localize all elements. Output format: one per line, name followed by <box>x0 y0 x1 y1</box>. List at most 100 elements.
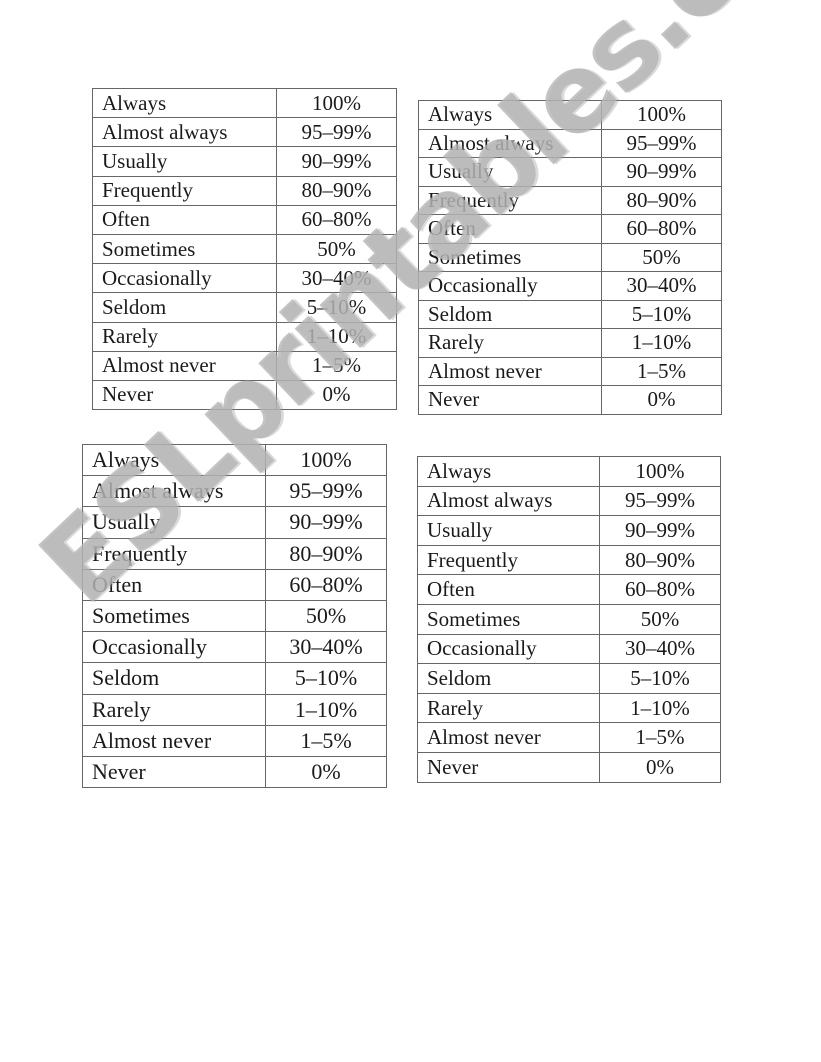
frequency-word: Occasionally <box>418 271 602 301</box>
frequency-percent: 0% <box>265 755 387 789</box>
percent-value: 90–99% <box>301 148 372 173</box>
frequency-word: Almost never <box>417 722 600 753</box>
percent-value: 30–40% <box>625 636 695 661</box>
frequency-percent: 100% <box>265 443 387 477</box>
percent-value: 1–5% <box>637 358 686 383</box>
frequency-percent: 1–10% <box>276 321 397 352</box>
table-row: Frequently 80–90% <box>418 185 722 215</box>
frequency-table-4: Always 100% Almost always 95–99% Usually 90–9… <box>417 456 721 783</box>
frequency-percent: 5–10% <box>599 663 721 694</box>
frequency-percent: 50% <box>601 242 722 272</box>
table-row: Seldom 5–10% <box>417 663 721 694</box>
table-row: Usually 90–99% <box>92 146 397 177</box>
frequency-percent: 95–99% <box>601 128 722 158</box>
frequency-percent: 1–10% <box>599 692 721 724</box>
frequency-table-2: Always 100% Almost always 95–99% Usually 90–9… <box>418 100 722 415</box>
table-row: Frequently 80–90% <box>417 544 721 576</box>
frequency-word: Seldom <box>418 299 602 329</box>
table-row: Usually 90–99% <box>417 515 721 546</box>
table-row: Seldom 5–10% <box>82 662 387 695</box>
percent-value: 100% <box>300 447 352 473</box>
frequency-percent: 100% <box>599 456 721 487</box>
percent-value: 80–90% <box>289 540 363 566</box>
frequency-word: Never <box>82 755 266 789</box>
frequency-percent: 1–5% <box>601 356 722 386</box>
percent-value: 1–10% <box>631 330 692 355</box>
frequency-word: Frequently <box>417 544 600 576</box>
percent-value: 5–10% <box>631 301 692 326</box>
frequency-word: Always <box>92 87 277 119</box>
frequency-percent: 95–99% <box>599 485 721 517</box>
frequency-word: Always <box>418 100 602 130</box>
percent-value: 80–90% <box>301 178 372 203</box>
percent-value: 5–10% <box>630 665 690 690</box>
percent-value: 0% <box>322 382 351 407</box>
table-row: Seldom 5–10% <box>92 292 397 323</box>
percent-value: 90–99% <box>625 517 695 542</box>
frequency-percent: 60–80% <box>599 574 721 605</box>
frequency-word: Almost never <box>418 356 602 386</box>
frequency-percent: 50% <box>265 599 387 633</box>
frequency-word: Almost never <box>92 350 277 381</box>
percent-value: 95–99% <box>625 488 695 513</box>
frequency-word: Almost always <box>92 117 277 148</box>
table-row: Often 60–80% <box>82 568 387 601</box>
table-row: Almost never 1–5% <box>82 724 387 757</box>
frequency-percent: 80–90% <box>599 544 721 576</box>
frequency-word: Almost always <box>417 485 600 517</box>
frequency-percent: 90–99% <box>265 506 387 539</box>
frequency-word: Seldom <box>417 663 600 694</box>
table-row: Frequently 80–90% <box>92 175 397 206</box>
percent-value: 50% <box>317 236 356 261</box>
frequency-percent: 1–10% <box>265 693 387 726</box>
table-row: Almost always 95–99% <box>417 485 721 517</box>
frequency-word: Rarely <box>82 693 266 726</box>
table-row: Almost never 1–5% <box>418 356 722 386</box>
percent-value: 60–80% <box>289 571 363 597</box>
table-row: Almost always 95–99% <box>82 475 387 508</box>
frequency-percent: 5–10% <box>265 662 387 695</box>
frequency-word: Frequently <box>92 175 277 206</box>
frequency-percent: 0% <box>276 379 397 411</box>
percent-value: 50% <box>305 603 347 629</box>
frequency-word: Occasionally <box>82 631 266 664</box>
table-row: Often 60–80% <box>92 204 397 235</box>
table-row: Almost always 95–99% <box>418 128 722 158</box>
table-row: Sometimes 50% <box>92 233 397 265</box>
percent-value: 0% <box>311 758 341 784</box>
frequency-word: Never <box>418 385 602 415</box>
table-row: Rarely 1–10% <box>418 328 722 358</box>
table-row: Occasionally 30–40% <box>92 263 397 294</box>
percent-value: 0% <box>646 754 674 779</box>
percent-value: 60–80% <box>301 207 372 232</box>
frequency-percent: 30–40% <box>601 271 722 301</box>
frequency-word: Never <box>417 751 600 783</box>
frequency-percent: 60–80% <box>601 214 722 244</box>
table-row: Never 0% <box>418 385 722 415</box>
table-row: Occasionally 30–40% <box>82 631 387 664</box>
percent-value: 1–10% <box>630 695 690 720</box>
percent-value: 1–5% <box>635 725 685 750</box>
percent-value: 90–99% <box>626 159 697 184</box>
frequency-percent: 60–80% <box>265 568 387 601</box>
percent-value: 1–10% <box>306 324 367 349</box>
frequency-word: Seldom <box>82 662 266 695</box>
table-row: Occasionally 30–40% <box>417 633 721 665</box>
frequency-word: Seldom <box>92 292 277 323</box>
table-row: Occasionally 30–40% <box>418 271 722 301</box>
percent-value: 30–40% <box>289 634 363 660</box>
table-row: Sometimes 50% <box>82 599 387 633</box>
frequency-percent: 1–5% <box>265 724 387 757</box>
frequency-word: Occasionally <box>92 263 277 294</box>
percent-value: 30–40% <box>301 265 372 290</box>
frequency-word: Almost always <box>82 475 266 508</box>
frequency-table-1: Always 100% Almost always 95–99% Usually 90–9… <box>92 87 397 411</box>
table-row: Never 0% <box>92 379 397 411</box>
table-row: Sometimes 50% <box>418 242 722 272</box>
frequency-percent: 50% <box>276 233 397 265</box>
frequency-percent: 0% <box>601 385 722 415</box>
table-row: Almost always 95–99% <box>92 117 397 148</box>
frequency-word: Rarely <box>418 328 602 358</box>
frequency-word: Usually <box>418 157 602 187</box>
percent-value: 80–90% <box>625 547 695 572</box>
